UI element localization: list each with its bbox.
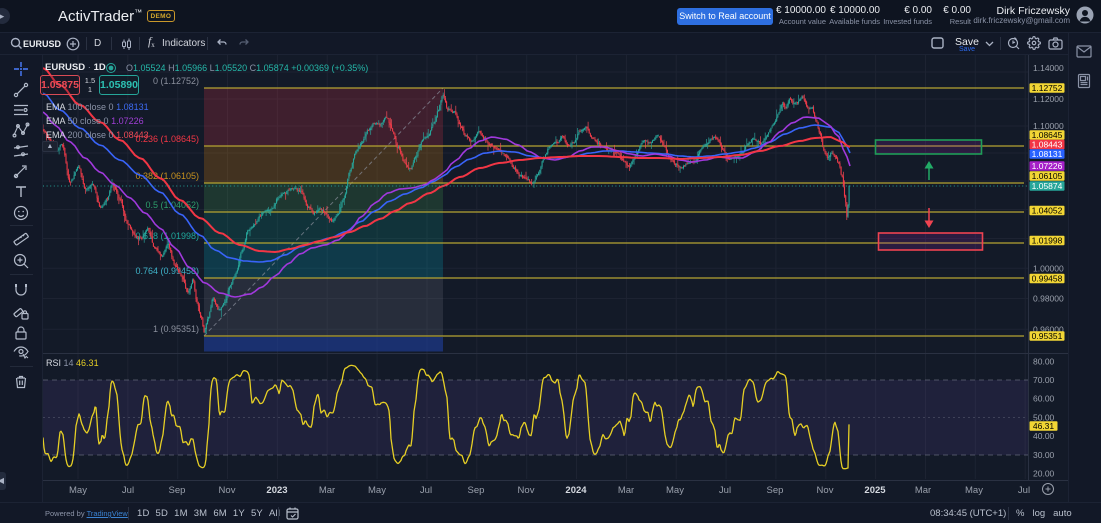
svg-text:2024: 2024 xyxy=(565,485,587,496)
svg-text:70.00: 70.00 xyxy=(1033,375,1055,385)
svg-text:Jul: Jul xyxy=(1018,485,1030,496)
svg-text:Nov: Nov xyxy=(518,485,535,496)
svg-text:Sep: Sep xyxy=(169,485,186,496)
svg-text:Mar: Mar xyxy=(618,485,634,496)
svg-text:1.07226: 1.07226 xyxy=(1032,161,1063,171)
svg-text:2025: 2025 xyxy=(864,485,886,496)
svg-text:Mar: Mar xyxy=(915,485,931,496)
svg-text:1.12000: 1.12000 xyxy=(1033,94,1064,104)
svg-text:40.00: 40.00 xyxy=(1033,431,1055,441)
svg-text:1.12752: 1.12752 xyxy=(1032,83,1063,93)
svg-text:May: May xyxy=(69,485,87,496)
svg-text:1.05874: 1.05874 xyxy=(1032,181,1063,191)
svg-text:Nov: Nov xyxy=(817,485,834,496)
svg-text:1.06105: 1.06105 xyxy=(1032,171,1063,181)
svg-text:2023: 2023 xyxy=(266,485,287,496)
svg-text:20.00: 20.00 xyxy=(1033,469,1055,479)
svg-text:0 (1.12752): 0 (1.12752) xyxy=(153,76,199,86)
svg-text:Sep: Sep xyxy=(468,485,485,496)
svg-text:30.00: 30.00 xyxy=(1033,450,1055,460)
svg-text:1.08645: 1.08645 xyxy=(1032,130,1063,140)
svg-text:0.382 (1.06105): 0.382 (1.06105) xyxy=(135,171,199,181)
svg-text:1.00000: 1.00000 xyxy=(1033,263,1064,273)
svg-text:60.00: 60.00 xyxy=(1033,394,1055,404)
svg-text:80.00: 80.00 xyxy=(1033,357,1055,367)
svg-text:Sep: Sep xyxy=(767,485,784,496)
svg-text:1 (0.95351): 1 (0.95351) xyxy=(153,324,199,334)
svg-text:Jul: Jul xyxy=(420,485,432,496)
svg-text:May: May xyxy=(368,485,386,496)
svg-text:May: May xyxy=(666,485,684,496)
svg-text:May: May xyxy=(965,485,983,496)
svg-text:Nov: Nov xyxy=(219,485,236,496)
svg-text:0.98000: 0.98000 xyxy=(1033,294,1064,304)
svg-text:Mar: Mar xyxy=(319,485,335,496)
svg-text:1.14000: 1.14000 xyxy=(1033,63,1064,73)
svg-text:1.04052: 1.04052 xyxy=(1032,206,1063,216)
svg-text:1.08131: 1.08131 xyxy=(1032,149,1063,159)
svg-text:Jul: Jul xyxy=(719,485,731,496)
svg-text:0.99458: 0.99458 xyxy=(1032,274,1063,284)
svg-text:Jul: Jul xyxy=(122,485,134,496)
svg-text:1.01998: 1.01998 xyxy=(1032,236,1063,246)
svg-text:1.08443: 1.08443 xyxy=(1032,140,1063,150)
svg-text:0.95351: 0.95351 xyxy=(1032,331,1063,341)
svg-text:46.31: 46.31 xyxy=(1033,421,1055,431)
